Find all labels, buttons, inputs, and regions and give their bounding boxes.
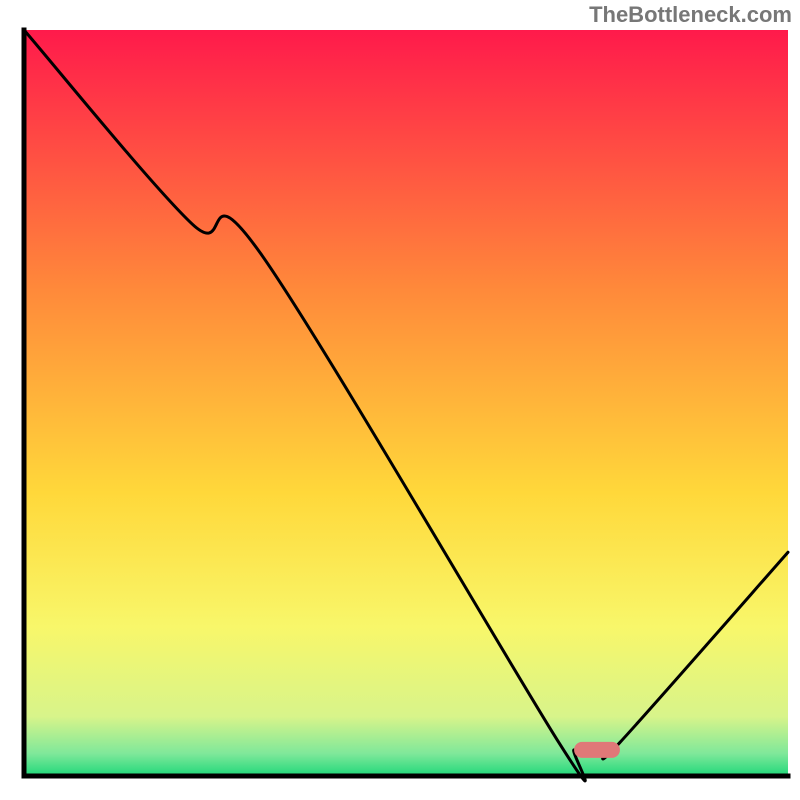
- bottleneck-chart: [0, 0, 800, 800]
- optimal-range-marker: [574, 742, 620, 758]
- watermark-text: TheBottleneck.com: [589, 2, 792, 28]
- chart-container: TheBottleneck.com: [0, 0, 800, 800]
- chart-background: [24, 30, 788, 776]
